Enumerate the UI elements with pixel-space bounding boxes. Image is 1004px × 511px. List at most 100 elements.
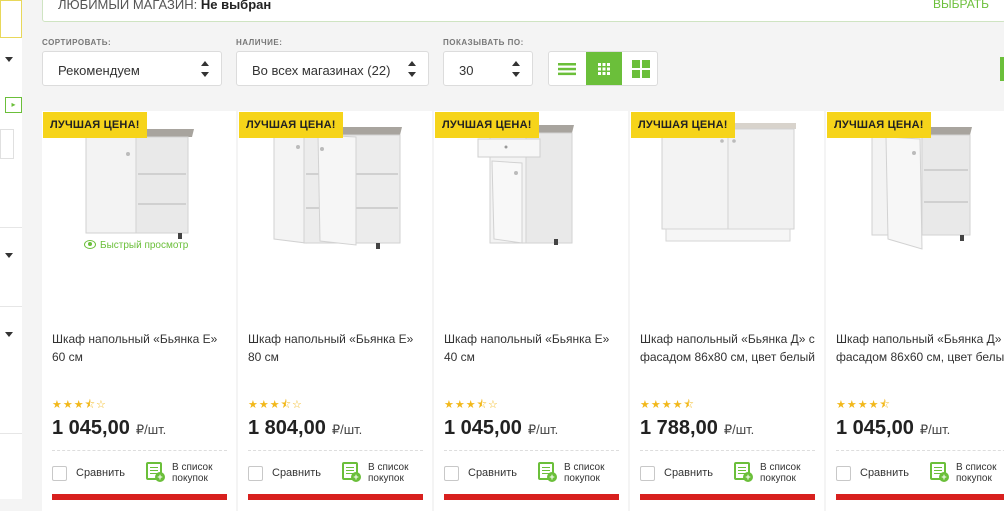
quick-view-link[interactable]: Быстрый просмотр (84, 240, 188, 251)
add-to-list-label: В список покупок (172, 462, 213, 484)
product-price: 1 045,00 ₽/шт. (836, 417, 950, 440)
store-label-text: ЛЮБИМЫЙ МАГАЗИН: (58, 0, 198, 12)
rating-stars: ★★★⯪☆ (248, 399, 303, 411)
favorite-store-label: ЛЮБИМЫЙ МАГАЗИН: Не выбран (58, 0, 271, 12)
compare-label: Сравнить (76, 467, 126, 479)
price-unit: ₽/шт. (723, 422, 755, 437)
product-name[interactable]: Шкаф напольный «Бьянка Е» 40 см (444, 330, 624, 366)
store-value: Не выбран (200, 0, 272, 12)
buy-button[interactable] (52, 494, 227, 500)
price-value: 1 045,00 (444, 417, 522, 439)
price-unit: ₽/шт. (331, 422, 363, 437)
checkbox-icon[interactable] (248, 466, 263, 481)
product-name[interactable]: Шкаф напольный «Бьянка Д» с фасадом 86x6… (836, 330, 1004, 366)
product-price: 1 045,00 ₽/шт. (444, 417, 558, 440)
sort-select[interactable]: Рекомендуем (42, 51, 222, 86)
filter-input[interactable] (0, 129, 14, 159)
product-card[interactable]: ЛУЧШАЯ ЦЕНА! Быстрый просмотр Шкаф напол… (42, 111, 236, 511)
product-name[interactable]: Шкаф напольный «Бьянка Д» с фасадом 86x8… (640, 330, 820, 366)
chevron-down-icon[interactable] (5, 332, 13, 337)
eye-icon (84, 240, 96, 249)
plus-icon: + (743, 472, 753, 482)
buy-button[interactable] (248, 494, 423, 500)
compare-label: Сравнить (468, 467, 518, 479)
product-card[interactable]: ЛУЧШАЯ ЦЕНА! Шкаф напольный «Бьянка Е» 8… (238, 111, 432, 511)
list-view-button[interactable] (549, 52, 585, 85)
rating-stars: ★★★⯪☆ (444, 399, 499, 411)
divider (52, 450, 227, 451)
divider (444, 450, 619, 451)
availability-value: Во всех магазинах (22) (252, 63, 391, 78)
divider (0, 227, 22, 228)
small-grid-view-icon (598, 62, 610, 75)
compare-label: Сравнить (272, 467, 322, 479)
best-price-badge: ЛУЧШАЯ ЦЕНА! (43, 112, 147, 138)
list-view-icon (558, 62, 576, 75)
plus-icon: + (939, 472, 949, 482)
checkbox-icon[interactable] (444, 466, 459, 481)
checkbox-icon[interactable] (640, 466, 655, 481)
apply-arrow-icon[interactable]: ▸ (5, 97, 22, 113)
large-grid-view-button[interactable] (623, 52, 657, 85)
product-name[interactable]: Шкаф напольный «Бьянка Е» 60 см (52, 330, 232, 366)
per-page-value: 30 (459, 63, 474, 78)
sort-label: СОРТИРОВАТЬ: (42, 38, 112, 47)
availability-label: НАЛИЧИЕ: (236, 38, 283, 47)
compare-label: Сравнить (664, 467, 714, 479)
divider (640, 450, 815, 451)
select-arrows-icon (512, 61, 520, 77)
per-page-select[interactable]: 30 (443, 51, 533, 86)
best-price-badge: ЛУЧШАЯ ЦЕНА! (827, 112, 931, 138)
add-to-list-label: В список покупок (368, 462, 409, 484)
best-price-badge: ЛУЧШАЯ ЦЕНА! (435, 112, 539, 138)
price-unit: ₽/шт. (135, 422, 167, 437)
price-value: 1 804,00 (248, 417, 326, 439)
product-price: 1 788,00 ₽/шт. (640, 417, 754, 440)
select-arrows-icon (408, 61, 416, 77)
checkbox-icon[interactable] (836, 466, 851, 481)
chevron-down-icon[interactable] (5, 57, 13, 62)
rating-stars: ★★★⯪☆ (52, 399, 107, 411)
per-page-label: ПОКАЗЫВАТЬ ПО: (443, 38, 524, 47)
choose-store-link[interactable]: ВЫБРАТЬ (933, 0, 989, 11)
product-card[interactable]: ЛУЧШАЯ ЦЕНА! Шкаф напольный «Бьянка Д» с… (826, 111, 1004, 511)
rating-stars: ★★★★⯪ (640, 399, 695, 411)
view-switcher (548, 51, 658, 86)
favorite-store-bar: ЛЮБИМЫЙ МАГАЗИН: Не выбран ВЫБРАТЬ (42, 0, 1004, 22)
divider (248, 450, 423, 451)
price-value: 1 045,00 (836, 417, 914, 439)
select-arrows-icon (201, 61, 209, 77)
divider (836, 450, 1004, 451)
sort-value: Рекомендуем (58, 63, 140, 78)
best-price-badge: ЛУЧШАЯ ЦЕНА! (631, 112, 735, 138)
checkbox-icon[interactable] (52, 466, 67, 481)
filter-sidebar: ▸ (0, 0, 22, 499)
buy-button[interactable] (444, 494, 619, 500)
product-card[interactable]: ЛУЧШАЯ ЦЕНА! Шкаф напольный «Бьянка Е» 4… (434, 111, 628, 511)
large-grid-view-icon (632, 59, 650, 78)
product-name[interactable]: Шкаф напольный «Бьянка Е» 80 см (248, 330, 428, 366)
plus-icon: + (547, 472, 557, 482)
product-price: 1 804,00 ₽/шт. (248, 417, 362, 440)
chevron-down-icon[interactable] (5, 253, 13, 258)
price-unit: ₽/шт. (919, 422, 951, 437)
divider (0, 433, 22, 434)
compare-label: Сравнить (860, 467, 910, 479)
quick-view-text: Быстрый просмотр (100, 240, 189, 251)
buy-button[interactable] (640, 494, 815, 500)
add-to-list-label: В список покупок (564, 462, 605, 484)
filter-box (0, 0, 22, 38)
add-to-list-label: В список покупок (956, 462, 997, 484)
divider (0, 306, 22, 307)
small-grid-view-button[interactable] (586, 52, 622, 85)
plus-icon: + (155, 472, 165, 482)
add-to-list-label: В список покупок (760, 462, 801, 484)
rating-stars: ★★★★⯪ (836, 399, 891, 411)
price-unit: ₽/шт. (527, 422, 559, 437)
buy-button[interactable] (836, 494, 1004, 500)
price-value: 1 045,00 (52, 417, 130, 439)
filter-toggle-button[interactable] (1000, 57, 1004, 81)
best-price-badge: ЛУЧШАЯ ЦЕНА! (239, 112, 343, 138)
availability-select[interactable]: Во всех магазинах (22) (236, 51, 429, 86)
product-card[interactable]: ЛУЧШАЯ ЦЕНА! Шкаф напольный «Бьянка Д» с… (630, 111, 824, 511)
